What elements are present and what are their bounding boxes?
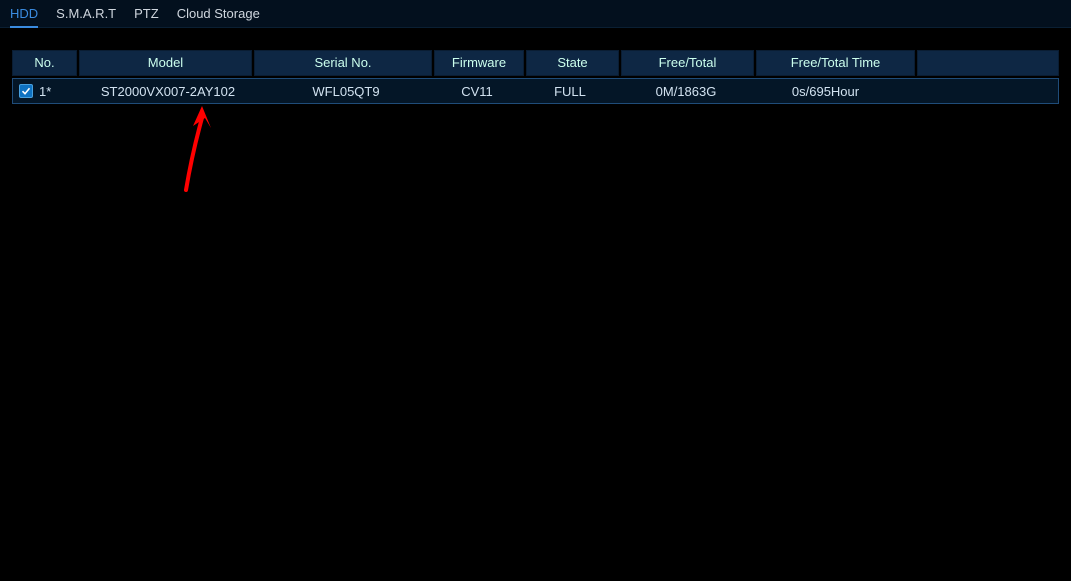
table-row[interactable]: 1* ST2000VX007-2AY102 WFL05QT9 CV11 FULL… (12, 78, 1059, 104)
col-header-empty (917, 50, 1059, 76)
cell-freetotal: 0M/1863G (621, 84, 751, 99)
tab-bar: HDD S.M.A.R.T PTZ Cloud Storage (0, 0, 1071, 28)
col-header-freetotal: Free/Total (621, 50, 754, 76)
cell-freetime: 0s/695Hour (751, 84, 900, 99)
tab-cloud-storage[interactable]: Cloud Storage (177, 0, 260, 28)
hdd-panel: No. Model Serial No. Firmware State Free… (0, 28, 1071, 104)
tab-hdd[interactable]: HDD (10, 0, 38, 28)
tab-smart[interactable]: S.M.A.R.T (56, 0, 116, 28)
col-header-serial: Serial No. (254, 50, 432, 76)
col-header-no: No. (12, 50, 77, 76)
annotation-arrow-icon (178, 104, 222, 192)
col-header-state: State (526, 50, 619, 76)
tab-ptz[interactable]: PTZ (134, 0, 159, 28)
row-checkbox[interactable] (19, 84, 33, 98)
col-header-model: Model (79, 50, 252, 76)
cell-no: 1* (37, 84, 79, 99)
cell-model: ST2000VX007-2AY102 (79, 84, 257, 99)
col-header-firmware: Firmware (434, 50, 524, 76)
cell-firmware: CV11 (435, 84, 519, 99)
cell-serial: WFL05QT9 (257, 84, 435, 99)
col-header-freetime: Free/Total Time (756, 50, 915, 76)
table-header-row: No. Model Serial No. Firmware State Free… (12, 50, 1059, 76)
cell-state: FULL (519, 84, 621, 99)
